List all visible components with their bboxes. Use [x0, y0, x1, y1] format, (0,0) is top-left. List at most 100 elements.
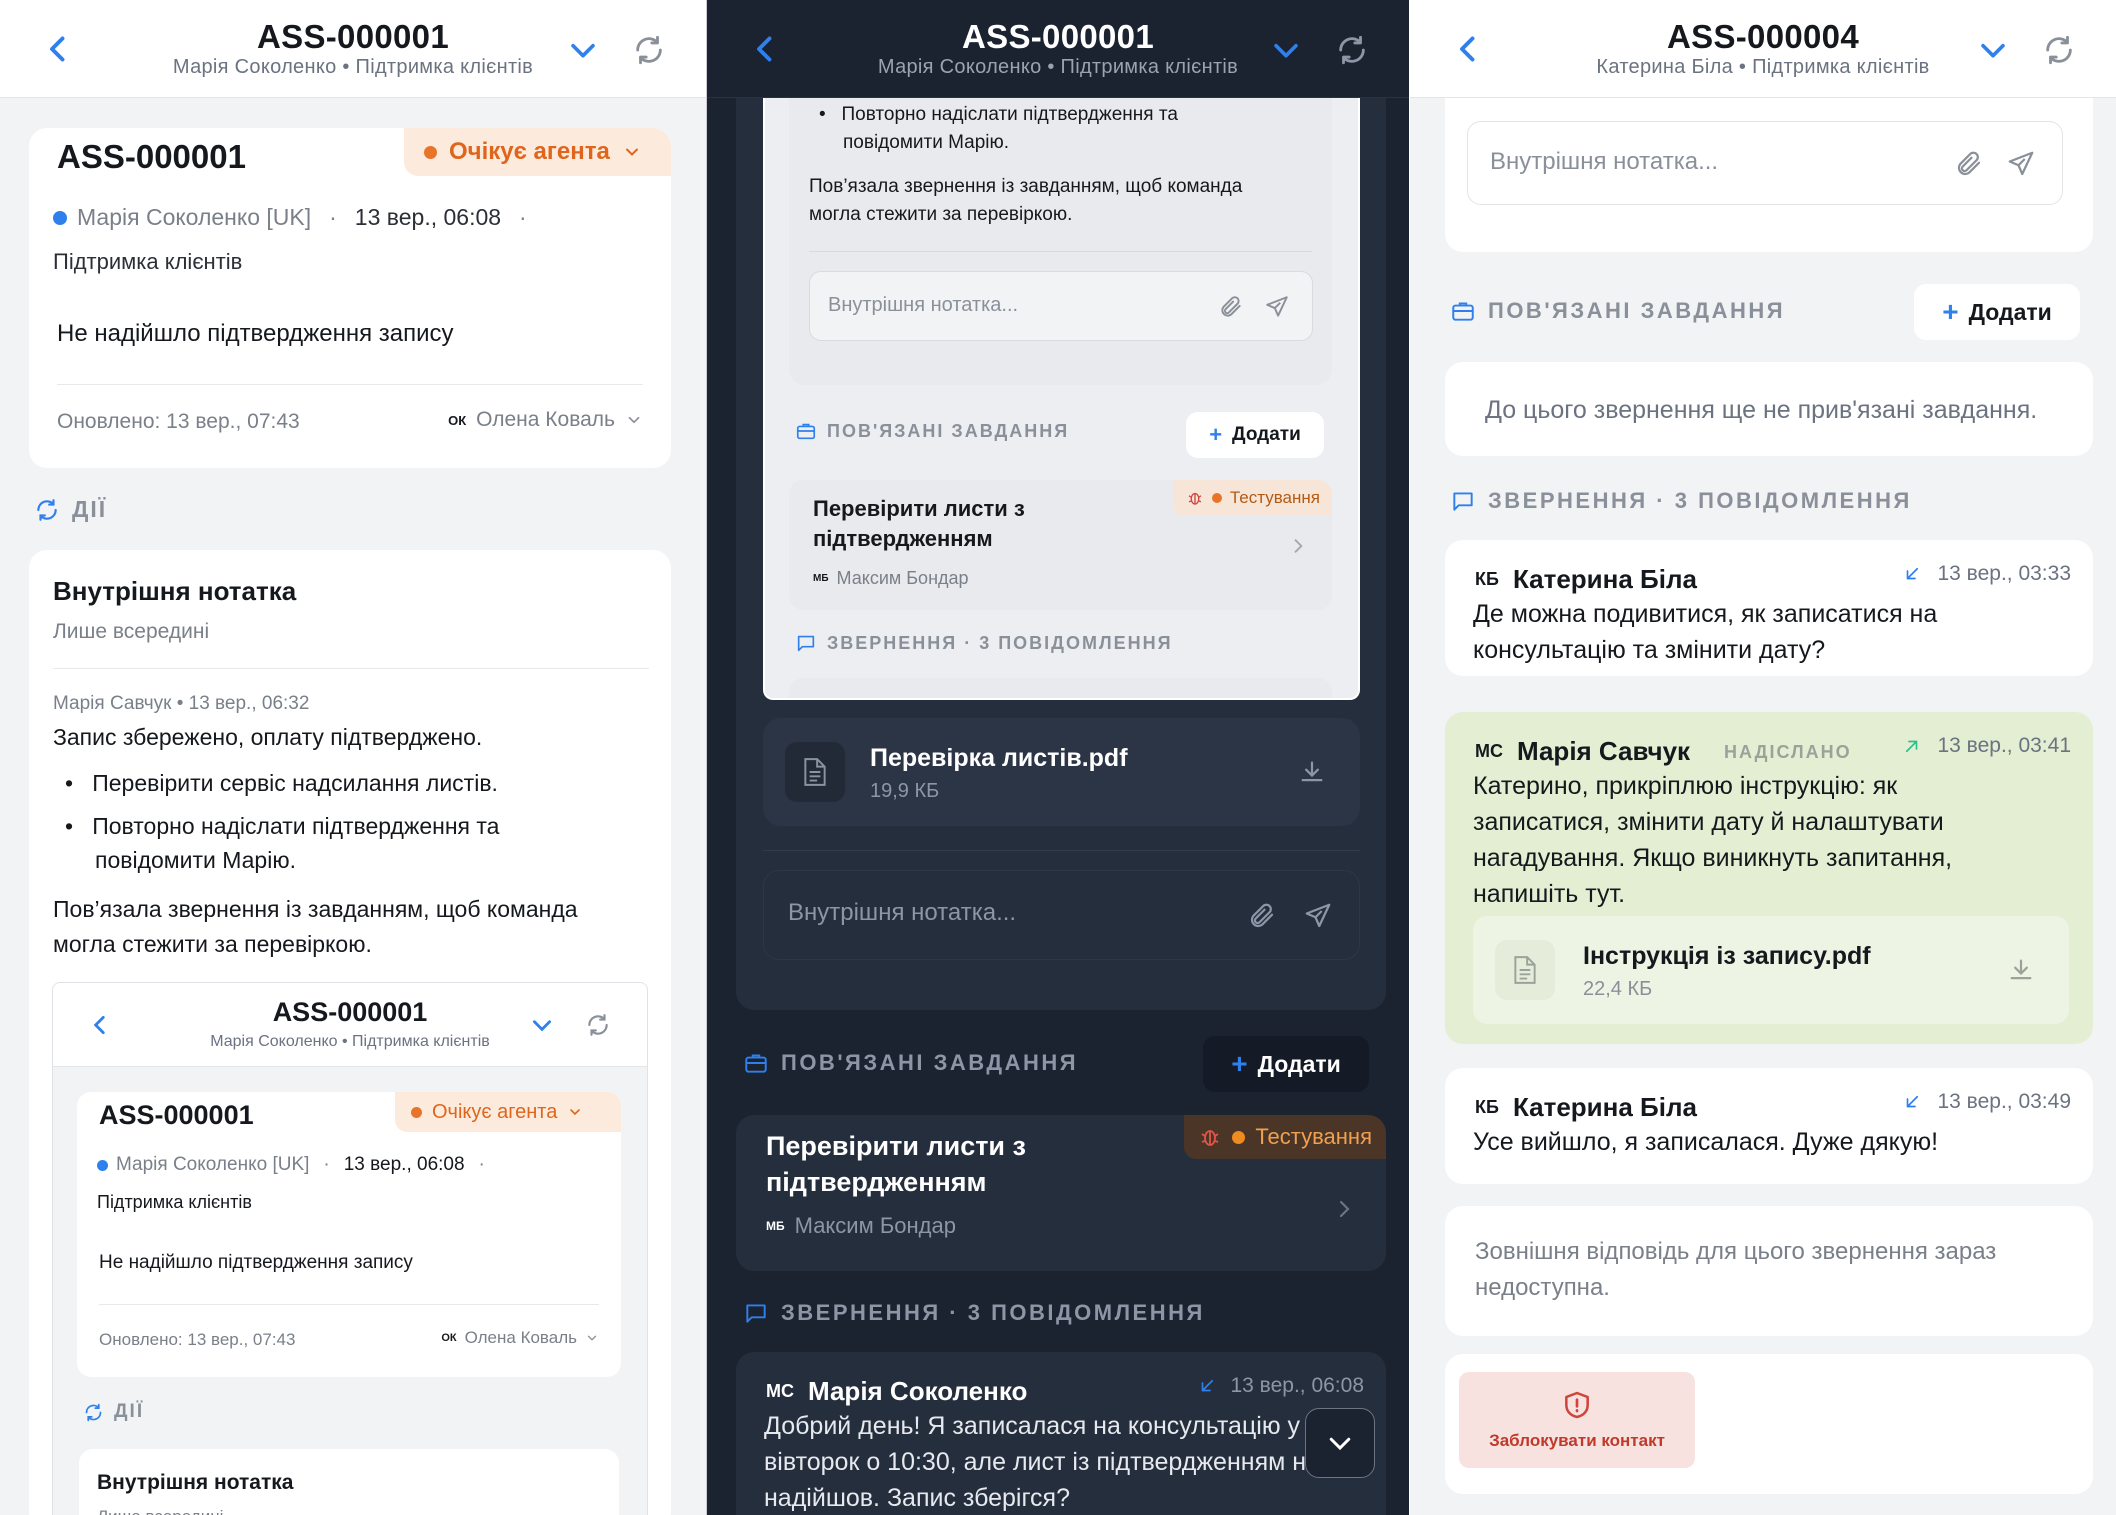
message-text: Добрий день! Я записалася на консультаці…	[764, 1412, 1301, 1440]
avatar: ОК	[441, 1332, 457, 1344]
message-card: МС Марія Соколенко 13 вер., 06:08 Добрий…	[736, 1352, 1386, 1515]
note-text: Запис збережено, оплату підтверджено.	[53, 724, 483, 750]
task-status-badge: Тестування	[1184, 1115, 1386, 1159]
paperclip-icon[interactable]	[1218, 294, 1244, 320]
file-icon	[804, 758, 826, 786]
note-input[interactable]: Внутрішня нотатка...	[809, 271, 1313, 341]
avatar: ОК	[448, 412, 467, 428]
paperclip-icon[interactable]	[1954, 149, 1984, 179]
status-dropdown[interactable]: Очікує агента	[404, 128, 671, 176]
divider	[99, 1304, 599, 1305]
refresh-icon[interactable]	[632, 33, 666, 67]
customer-name[interactable]: Марія Соколенко [UK]	[77, 204, 311, 231]
chevron-down-icon[interactable]	[529, 1012, 555, 1038]
add-task-button[interactable]: + Додати	[1186, 412, 1324, 458]
attachment-card[interactable]: Інструкція із запису.pdf 22,4 КБ	[1473, 916, 2069, 1024]
chat-icon	[797, 635, 815, 652]
task-status: Тестування	[1255, 1124, 1372, 1149]
author-name: Марія Савчук	[1517, 736, 1691, 766]
page-title: ASS-000001	[962, 18, 1154, 55]
task-card[interactable]: Перевірити листи з підтвердженням Тестув…	[736, 1115, 1386, 1271]
block-contact-button[interactable]: Заблокувати контакт	[1459, 1372, 1695, 1468]
chevron-down-icon[interactable]	[566, 33, 600, 67]
message-time: 13 вер., 06:08	[1230, 1374, 1364, 1397]
send-icon[interactable]	[1303, 901, 1333, 931]
send-icon[interactable]	[1264, 294, 1290, 320]
block-label: Заблокувати контакт	[1489, 1431, 1665, 1450]
paperclip-icon[interactable]	[1247, 901, 1277, 931]
note-bullet-2: • Повторно надіслати підтвердження та	[65, 813, 500, 839]
send-icon[interactable]	[2006, 149, 2036, 179]
owner-name: Максим Бондар	[836, 568, 969, 588]
empty-tasks-text: До цього звернення ще не прив'язані завд…	[1485, 396, 2038, 424]
avatar: МС	[1475, 741, 1503, 761]
note-title: Внутрішня нотатка	[97, 1471, 294, 1494]
attachment-card[interactable]: Перевірка листів.pdf 19,9 КБ	[763, 718, 1360, 826]
online-dot	[97, 1159, 108, 1171]
assignee-dropdown[interactable]: ОК Олена Коваль	[441, 1328, 599, 1348]
attachment-size: 19,9 КБ	[870, 780, 940, 802]
ticket-subject: Не надійшло підтвердження запису	[57, 320, 454, 347]
messages-section-title: ЗВЕРНЕННЯ · 3 ПОВІДОМЛЕННЯ	[743, 1300, 1205, 1326]
section-label: ЗВЕРНЕННЯ · 3 ПОВІДОМЛЕННЯ	[1488, 488, 1912, 513]
note-input[interactable]: Внутрішня нотатка...	[1467, 121, 2063, 205]
message-card: КБ Катерина Біла 13 вер., 03:33 Де можна…	[1445, 540, 2093, 676]
message-text: нагадування. Якщо виникнуть запитання,	[1473, 844, 1953, 872]
message-card: КБ Катерина Біла 13 вер., 03:49 Усе вийш…	[1445, 1068, 2093, 1184]
refresh-icon[interactable]	[2042, 33, 2076, 67]
chevron-down-icon	[570, 1109, 581, 1116]
unavailable-text: Зовнішня відповідь для цього звернення з…	[1475, 1238, 1997, 1265]
task-status-badge: Тестування	[1173, 480, 1332, 516]
message-author: МС Марія Савчук	[1475, 736, 1690, 767]
chevron-down-icon[interactable]	[1269, 33, 1303, 67]
chevron-down-icon	[1329, 1437, 1351, 1451]
page-subtitle: Катерина Біла • Підтримка клієнтів	[1596, 56, 1930, 78]
outgoing-arrow-icon	[1906, 740, 1918, 753]
bullet-text: повідомити Марію.	[843, 132, 1010, 153]
note-text: Пов’язала звернення із завданням, щоб ко…	[809, 176, 1243, 197]
refresh-icon[interactable]	[1335, 33, 1369, 67]
author-name: Катерина Біла	[1512, 1092, 1697, 1122]
chevron-down-icon[interactable]	[1976, 33, 2010, 67]
add-task-button[interactable]: + Додати	[1203, 1036, 1369, 1092]
note-input[interactable]: Внутрішня нотатка...	[763, 870, 1360, 960]
download-icon[interactable]	[2007, 956, 2035, 984]
reply-unavailable-card: Зовнішня відповідь для цього звернення з…	[1445, 1206, 2093, 1336]
ticket-date: 13 вер., 06:08	[354, 204, 502, 230]
message-text: Усе вийшло, я записалася. Дуже дякую!	[1473, 1128, 1939, 1156]
bug-icon	[1188, 492, 1202, 505]
ticket-card: ASS-000001 Очікує агента Марія Соколенко…	[29, 128, 671, 468]
add-task-button[interactable]: + Додати	[1914, 284, 2080, 340]
chat-icon	[1453, 492, 1473, 511]
page-title: ASS-000001	[257, 18, 449, 55]
briefcase-icon	[745, 1054, 767, 1073]
sent-badge: НАДІСЛАНО	[1724, 742, 1852, 762]
page-subtitle: Марія Соколенко • Підтримка клієнтів	[877, 56, 1239, 78]
status-dropdown[interactable]: Очікує агента	[395, 1092, 621, 1132]
section-label: ЗВЕРНЕННЯ · 3 ПОВІДОМЛЕННЯ	[781, 1300, 1205, 1325]
empty-tasks-card: До цього звернення ще не прив'язані завд…	[1445, 362, 2093, 456]
note-card: Внутрішня нотатка...	[1445, 80, 2093, 252]
assignee-name: Олена Коваль	[476, 408, 615, 431]
note-placeholder: Внутрішня нотатка...	[1490, 148, 1719, 175]
task-status: Тестування	[1229, 488, 1320, 507]
scroll-down-button[interactable]	[1305, 1408, 1375, 1478]
section-label: ПОВ'ЯЗАНІ ЗАВДАННЯ	[827, 420, 1070, 441]
download-icon[interactable]	[1298, 758, 1326, 786]
chevron-down-icon	[587, 1335, 597, 1341]
assignee-dropdown[interactable]: ОК Олена Коваль	[448, 408, 643, 432]
task-card[interactable]: Перевірити листи з підтвердженням Тестув…	[789, 480, 1332, 610]
chevron-right-icon	[1339, 1200, 1350, 1218]
customer-name[interactable]: Марія Соколенко [UK]	[116, 1154, 309, 1176]
note-text: могла стежити за перевіркою.	[53, 931, 372, 957]
note-bullet-1: • Перевірити сервіс надсилання листів.	[65, 770, 498, 796]
divider	[53, 668, 649, 669]
author-name: Катерина Біла	[1512, 564, 1697, 594]
message-card-peek	[789, 678, 1332, 698]
right-panel: Внутрішня нотатка... ПОВ'ЯЗАНІ ЗАВДАННЯ …	[1410, 0, 2116, 1515]
status-label: Очікує агента	[449, 138, 610, 165]
message-author: МС Марія Соколенко	[766, 1376, 1027, 1407]
actions-section-title: ДІЇ	[83, 1401, 144, 1423]
refresh-icon[interactable]	[585, 1012, 611, 1038]
chevron-right-icon	[1294, 539, 1303, 553]
